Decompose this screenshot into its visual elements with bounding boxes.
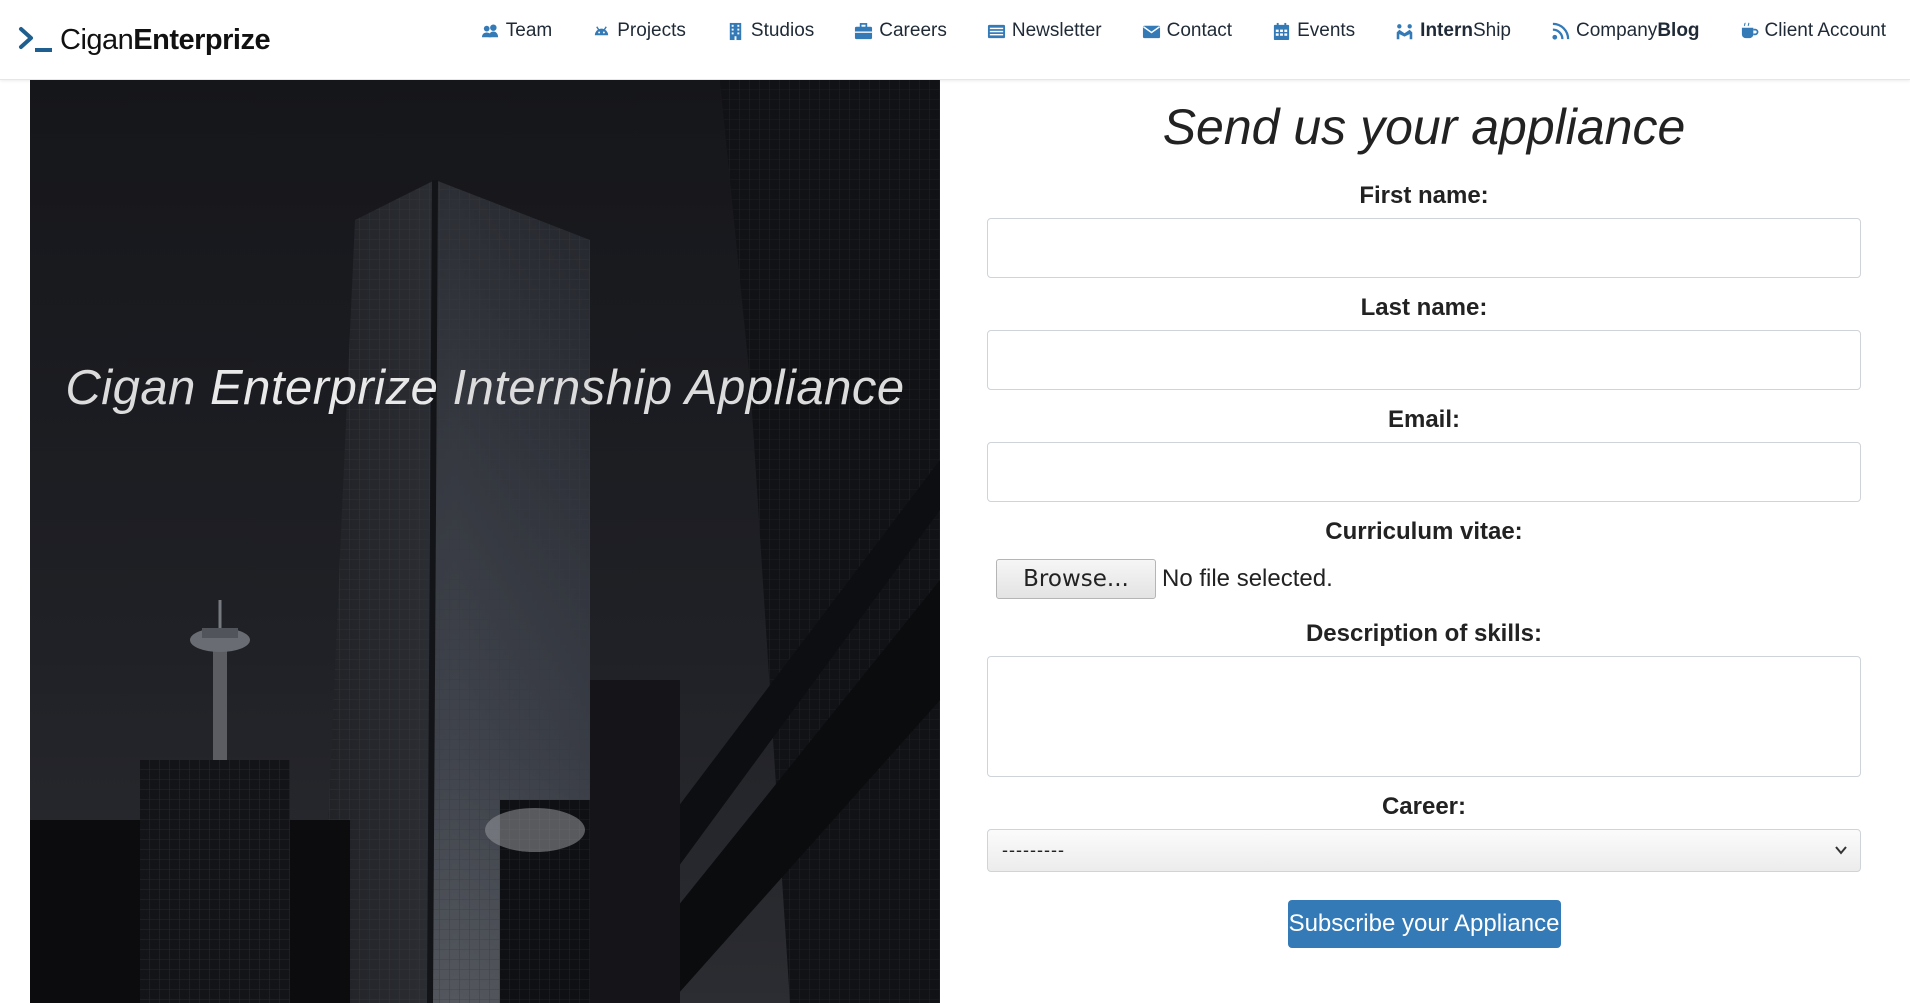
last-name-input[interactable] — [987, 330, 1861, 390]
nav-client-account-label: Client Account — [1764, 20, 1886, 41]
nav-company-blog[interactable]: CompanyBlog — [1551, 20, 1700, 42]
nav-internship[interactable]: InternShip — [1395, 20, 1511, 42]
career-label: Career: — [1381, 793, 1467, 820]
city-skyline-illustration — [30, 80, 940, 1003]
skills-label: Description of skills: — [1305, 620, 1543, 647]
main-nav: Team Projects Studios Careers Newsletter… — [481, 18, 1886, 44]
browse-button[interactable]: Browse... — [996, 559, 1156, 599]
newspaper-icon — [987, 24, 1005, 38]
chevron-down-icon — [1835, 846, 1847, 855]
first-name-label: First name: — [1359, 182, 1489, 209]
terminal-prompt-icon — [18, 25, 54, 55]
nav-projects-label: Projects — [617, 20, 686, 41]
form-title: Send us your appliance — [1162, 99, 1686, 155]
first-name-input[interactable] — [987, 218, 1861, 278]
top-navbar: CiganEnterprize Team Projects Studios Ca… — [0, 0, 1910, 80]
calendar-icon — [1273, 22, 1290, 40]
file-status-text: No file selected. — [1162, 565, 1333, 592]
nav-contact-label: Contact — [1166, 20, 1233, 41]
nav-company-blog-label: CompanyBlog — [1575, 20, 1700, 41]
nav-team[interactable]: Team — [481, 20, 552, 42]
cv-label: Curriculum vitae: — [1325, 518, 1523, 545]
career-select[interactable]: --------- — [987, 829, 1861, 872]
briefcase-icon — [855, 22, 873, 39]
brand-logo-link[interactable]: CiganEnterprize — [18, 22, 271, 58]
email-label: Email: — [1387, 406, 1461, 433]
cv-file-picker: Browse... No file selected. — [987, 554, 1861, 604]
nav-events[interactable]: Events — [1272, 20, 1355, 42]
email-input[interactable] — [987, 442, 1861, 502]
nav-studios[interactable]: Studios — [726, 20, 814, 42]
hero-title: Cigan Enterprize Internship Appliance — [65, 361, 905, 415]
coffee-icon — [1741, 22, 1758, 38]
last-name-label: Last name: — [1360, 294, 1488, 321]
envelope-icon — [1142, 25, 1160, 38]
career-selected-value: --------- — [1002, 840, 1065, 860]
nav-contact[interactable]: Contact — [1142, 20, 1232, 42]
nav-newsletter[interactable]: Newsletter — [987, 20, 1102, 42]
application-form: Send us your appliance First name: Last … — [987, 80, 1861, 948]
skills-textarea[interactable] — [987, 656, 1861, 777]
nav-careers-label: Careers — [879, 20, 947, 41]
nav-events-label: Events — [1297, 20, 1356, 41]
nav-studios-label: Studios — [750, 20, 815, 41]
submit-appliance-button[interactable]: Subscribe your Appliance — [1287, 900, 1561, 948]
brand-name: CiganEnterprize — [60, 23, 271, 56]
hero-image: Cigan Enterprize Internship Appliance — [30, 80, 940, 1003]
nav-projects[interactable]: Projects — [592, 20, 686, 42]
nav-internship-label: InternShip — [1420, 20, 1511, 41]
rss-icon — [1552, 22, 1570, 40]
android-icon — [595, 25, 609, 35]
users-icon — [481, 23, 498, 37]
handshake-icon — [1396, 23, 1413, 39]
building-icon — [729, 22, 742, 40]
nav-client-account[interactable]: Client Account — [1740, 20, 1886, 42]
nav-newsletter-label: Newsletter — [1011, 20, 1102, 41]
nav-team-label: Team — [505, 20, 553, 41]
nav-careers[interactable]: Careers — [854, 20, 947, 42]
